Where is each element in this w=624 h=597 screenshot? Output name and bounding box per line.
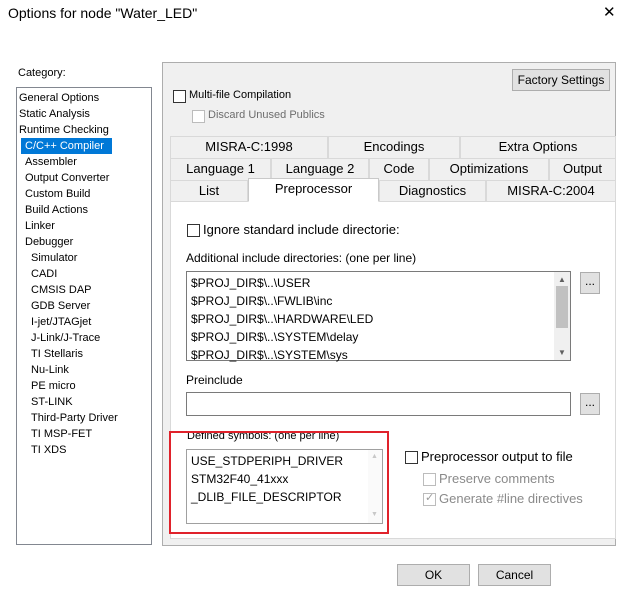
category-item[interactable]: CADI <box>17 266 57 282</box>
close-icon[interactable]: ✕ <box>603 3 616 21</box>
category-item[interactable]: Build Actions <box>17 202 88 218</box>
category-item[interactable]: Debugger <box>17 234 73 250</box>
category-item[interactable]: CMSIS DAP <box>17 282 92 298</box>
title-bar: Options for node "Water_LED" ✕ <box>0 0 624 28</box>
include-dirs-label: Additional include directories: (one per… <box>186 251 417 265</box>
category-item[interactable]: J-Link/J-Trace <box>17 330 100 346</box>
tab-preprocessor[interactable]: Preprocessor <box>248 178 379 202</box>
category-item[interactable]: Static Analysis <box>17 106 90 122</box>
pp-output-checkbox[interactable] <box>405 451 418 464</box>
category-item[interactable]: Output Converter <box>17 170 109 186</box>
category-item[interactable]: General Options <box>17 90 99 106</box>
category-item[interactable]: TI Stellaris <box>17 346 83 362</box>
tab-code[interactable]: Code <box>369 158 429 180</box>
tab-extra-options[interactable]: Extra Options <box>460 136 616 158</box>
include-dir-line: $PROJ_DIR$\..\FWLIB\inc <box>191 294 333 308</box>
category-item[interactable]: Nu-Link <box>17 362 69 378</box>
tab-misra-1998[interactable]: MISRA-C:1998 <box>170 136 328 158</box>
highlight-box <box>169 431 389 534</box>
include-dirs-scrollbar[interactable]: ▲ ▼ <box>554 272 570 360</box>
preprocessor-page: Ignore standard include directorie: Addi… <box>169 201 616 539</box>
preinclude-label: Preinclude <box>186 373 243 387</box>
category-label: Category: <box>18 67 66 79</box>
pp-output-label: Preprocessor output to file <box>421 449 573 464</box>
scroll-down-icon[interactable]: ▼ <box>558 348 566 357</box>
line-directives-checkbox[interactable]: ✓ <box>423 492 436 506</box>
category-item[interactable]: Assembler <box>17 154 77 170</box>
tab-language-1[interactable]: Language 1 <box>170 158 271 180</box>
include-dirs-browse-button[interactable]: ... <box>580 272 600 294</box>
tab-diagnostics[interactable]: Diagnostics <box>379 180 486 202</box>
tab-encodings[interactable]: Encodings <box>328 136 460 158</box>
category-item[interactable]: ST-LINK <box>17 394 73 410</box>
category-item[interactable]: Custom Build <box>17 186 90 202</box>
category-item[interactable]: Runtime Checking <box>17 122 109 138</box>
include-dir-line: $PROJ_DIR$\..\SYSTEM\sys <box>191 348 348 362</box>
ignore-std-checkbox[interactable] <box>187 224 200 237</box>
category-item[interactable]: GDB Server <box>17 298 90 314</box>
scroll-thumb[interactable] <box>556 286 568 328</box>
line-directives-label: Generate #line directives <box>439 491 583 506</box>
category-item[interactable]: PE micro <box>17 378 76 394</box>
multifile-checkbox[interactable] <box>173 90 186 103</box>
category-item[interactable]: Linker <box>17 218 55 234</box>
scroll-up-icon[interactable]: ▲ <box>558 275 566 284</box>
include-dir-line: $PROJ_DIR$\..\USER <box>191 276 311 290</box>
category-item[interactable]: I-jet/JTAGjet <box>17 314 91 330</box>
category-item[interactable]: Simulator <box>17 250 77 266</box>
category-item[interactable]: Third-Party Driver <box>17 410 118 426</box>
ok-button[interactable]: OK <box>397 564 470 586</box>
options-panel: Factory Settings Multi-file Compilation … <box>162 62 616 546</box>
preserve-comments-label: Preserve comments <box>439 471 555 486</box>
tab-output[interactable]: Output <box>549 158 616 180</box>
tab-language-2[interactable]: Language 2 <box>271 158 369 180</box>
cancel-button[interactable]: Cancel <box>478 564 551 586</box>
tab-list[interactable]: List <box>170 180 248 202</box>
tab-misra-2004[interactable]: MISRA-C:2004 <box>486 180 616 202</box>
ignore-std-label: Ignore standard include directorie: <box>203 222 400 237</box>
multifile-label: Multi-file Compilation <box>189 89 292 101</box>
tab-optimizations[interactable]: Optimizations <box>429 158 549 180</box>
category-item[interactable]: C/C++ Compiler <box>21 138 112 154</box>
checkmark-icon: ✓ <box>425 492 435 504</box>
discard-checkbox[interactable] <box>192 110 205 123</box>
category-item[interactable]: TI MSP-FET <box>17 426 92 442</box>
window-title: Options for node "Water_LED" <box>8 5 198 21</box>
include-dirs-textarea[interactable]: $PROJ_DIR$\..\USER $PROJ_DIR$\..\FWLIB\in… <box>186 271 571 362</box>
category-list: General Options Static Analysis Runtime Ch… <box>16 87 152 545</box>
preinclude-input[interactable] <box>186 392 571 416</box>
factory-settings-button[interactable]: Factory Settings <box>512 69 610 91</box>
include-dir-line: $PROJ_DIR$\..\HARDWARE\LED <box>191 312 374 326</box>
discard-label: Discard Unused Publics <box>208 109 325 121</box>
category-item[interactable]: TI XDS <box>17 442 66 458</box>
include-dir-line: $PROJ_DIR$\..\SYSTEM\delay <box>191 330 359 344</box>
preserve-comments-checkbox[interactable] <box>423 473 436 486</box>
preinclude-browse-button[interactable]: ... <box>580 393 600 415</box>
